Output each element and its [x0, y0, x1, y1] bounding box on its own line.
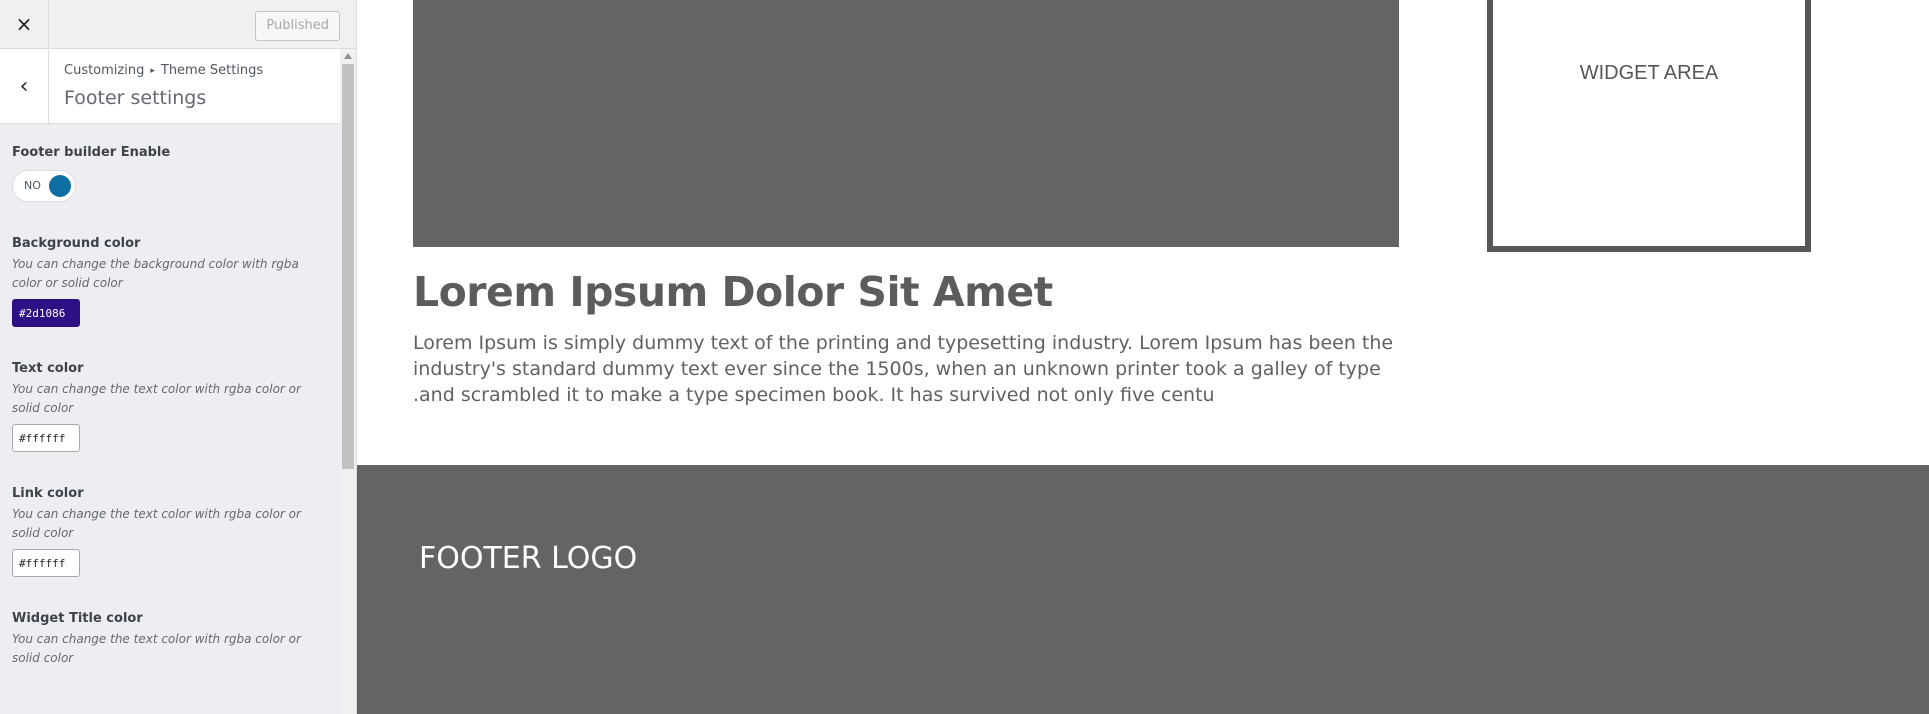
link-color-swatch[interactable]: #ffffff	[12, 549, 80, 577]
post-title: Lorem Ipsum Dolor Sit Amet	[413, 268, 1053, 316]
breadcrumb-separator-icon: ▸	[150, 66, 155, 76]
widget-title-color-label: Widget Title color	[12, 611, 143, 626]
widget-area-label: WIDGET AREA	[1579, 62, 1719, 84]
section-header: ‹ Customizing ▸ Theme Settings Footer sett…	[0, 49, 340, 124]
close-icon[interactable]: ×	[0, 0, 49, 48]
post-body: Lorem Ipsum is simply dummy text of the …	[413, 332, 1394, 406]
text-color-description: You can change the text color with rgba …	[12, 382, 301, 415]
toggle-knob	[49, 175, 71, 197]
controls-panel: Footer builder Enable NO Background colo…	[12, 145, 332, 698]
background-color-control: Background color You can change the back…	[12, 236, 332, 331]
breadcrumb-leaf: Theme Settings	[160, 63, 264, 78]
breadcrumb: Customizing ▸ Theme Settings	[64, 63, 263, 78]
link-color-control: Link color You can change the text color…	[12, 486, 332, 581]
footer-builder-label: Footer builder Enable	[12, 145, 171, 160]
widget-area-box: WIDGET AREA	[1487, 0, 1811, 252]
background-color-description: You can change the background color with…	[12, 257, 299, 290]
background-color-label: Background color	[12, 236, 141, 251]
page-title: Footer settings	[64, 87, 207, 109]
footer-builder-control: Footer builder Enable NO	[12, 145, 332, 206]
link-color-description: You can change the text color with rgba …	[12, 507, 301, 540]
back-chevron-icon[interactable]: ‹	[0, 49, 49, 123]
text-color-swatch[interactable]: #ffffff	[12, 424, 80, 452]
text-color-label: Text color	[12, 361, 84, 376]
published-button[interactable]: Published	[255, 11, 340, 41]
site-footer: FOOTER LOGO	[357, 465, 1929, 714]
scroll-up-icon[interactable]	[344, 53, 352, 59]
customizer-sidebar: × Published ‹ Customizing ▸ Theme Settings…	[0, 0, 357, 714]
sidebar-scrollbar[interactable]	[340, 49, 356, 714]
customizer-header: × Published	[0, 0, 356, 49]
footer-builder-toggle[interactable]: NO	[12, 170, 76, 202]
toggle-state-text: NO	[24, 179, 41, 192]
scrollbar-thumb[interactable]	[342, 64, 354, 469]
breadcrumb-root: Customizing	[64, 63, 145, 78]
text-color-control: Text color You can change the text color…	[12, 361, 332, 456]
widget-title-color-description: You can change the text color with rgba …	[12, 632, 301, 665]
background-color-swatch[interactable]: #2d1086	[12, 299, 80, 327]
link-color-label: Link color	[12, 486, 84, 501]
widget-title-color-control: Widget Title color You can change the te…	[12, 611, 332, 668]
featured-image-placeholder	[413, 0, 1399, 247]
site-preview: WIDGET AREA Lorem Ipsum Dolor Sit Amet L…	[357, 0, 1929, 714]
footer-logo: FOOTER LOGO	[419, 541, 638, 576]
